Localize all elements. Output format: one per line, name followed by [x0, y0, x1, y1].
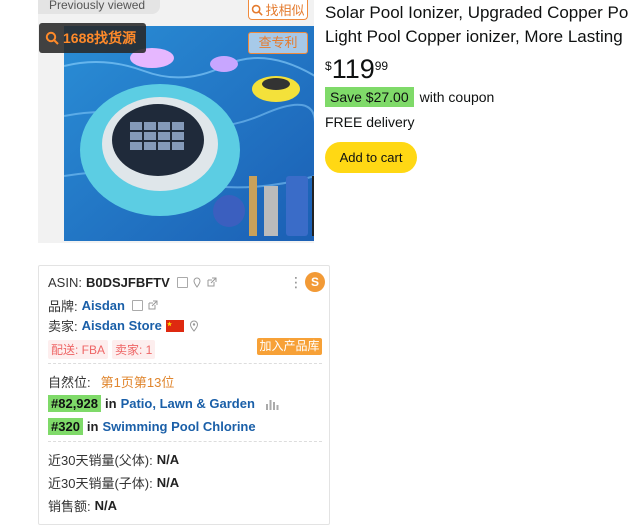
bar-chart-icon[interactable] — [265, 398, 279, 410]
price-whole: 119 — [331, 54, 375, 84]
add-to-cart-button[interactable]: Add to cart — [325, 142, 417, 173]
copy-icon[interactable] — [176, 277, 188, 288]
coupon-text: with coupon — [419, 89, 495, 105]
sales-parent-label: 近30天销量(父体): — [48, 453, 153, 468]
check-patent-button[interactable]: 查专利 — [248, 32, 308, 54]
divider — [48, 363, 322, 364]
bsr-row-2: #320 in Swimming Pool Chlorine — [48, 418, 256, 435]
save-badge: Save $27.00 — [325, 87, 414, 107]
sales-parent-row: 近30天销量(父体): N/A — [48, 450, 179, 469]
seller-info-panel: ASIN: B0DSJFBFTV ⋮ S 品牌: Aisdan 卖家: Aisd… — [38, 265, 330, 525]
source-1688-label: 1688找货源 — [63, 30, 137, 46]
previously-viewed-label: Previously viewed — [38, 0, 160, 14]
product-title-line1[interactable]: Solar Pool Ionizer, Upgraded Copper Po — [325, 1, 639, 25]
organic-rank-row: 自然位: 第1页第13位 — [48, 372, 174, 391]
external-link-icon[interactable] — [147, 300, 158, 311]
revenue-label: 销售额: — [48, 499, 91, 514]
revenue-value: N/A — [94, 498, 118, 513]
revenue-row: 销售额: N/A — [48, 496, 117, 515]
find-similar-label: 找相似 — [265, 3, 305, 18]
sales-parent-value: N/A — [156, 452, 180, 467]
location-icon[interactable] — [188, 319, 200, 332]
rank-badge: #82,928 — [48, 395, 101, 412]
location-icon[interactable] — [192, 277, 202, 288]
tags-row: 配送: FBA 卖家: 1 — [48, 340, 156, 359]
product-title-line2[interactable]: Light Pool Copper ionizer, More Lasting — [325, 25, 639, 49]
divider — [48, 441, 322, 442]
source-1688-button[interactable]: 1688找货源 — [39, 23, 146, 53]
price-currency: $ — [325, 59, 332, 73]
more-options-icon[interactable]: ⋮ — [289, 275, 303, 289]
seller-row: 卖家: Aisdan Store — [48, 316, 200, 335]
product-title[interactable]: Solar Pool Ionizer, Upgraded Copper Po L… — [325, 1, 639, 49]
copy-icon[interactable] — [131, 300, 143, 311]
sales-child-value: N/A — [156, 475, 180, 490]
delivery-text: FREE delivery — [325, 114, 415, 130]
seller-link[interactable]: Aisdan Store — [82, 318, 162, 333]
rank-category-link[interactable]: Patio, Lawn & Garden — [121, 396, 255, 411]
brand-label: 品牌: — [48, 299, 78, 314]
search-icon — [45, 31, 59, 45]
external-link-icon[interactable] — [206, 277, 217, 288]
rank-in: in — [105, 396, 117, 411]
sales-child-label: 近30天销量(子体): — [48, 476, 153, 491]
sales-child-row: 近30天销量(子体): N/A — [48, 473, 179, 492]
extension-logo-icon[interactable]: S — [305, 272, 325, 292]
product-photo — [64, 26, 314, 241]
price: $ 119 99 — [325, 54, 388, 84]
organic-label: 自然位: — [48, 375, 91, 390]
price-fraction: 99 — [374, 59, 389, 73]
rank-badge: #320 — [48, 418, 83, 435]
sellers-count-tag: 卖家: 1 — [112, 340, 156, 359]
china-flag-icon — [165, 319, 184, 332]
rank-category-link[interactable]: Swimming Pool Chlorine — [102, 419, 255, 434]
brand-row: 品牌: Aisdan — [48, 296, 158, 315]
asin-value: B0DSJFBFTV — [85, 275, 170, 290]
search-icon — [252, 4, 264, 16]
brand-link[interactable]: Aisdan — [82, 298, 125, 313]
fulfillment-tag: 配送: FBA — [48, 340, 109, 359]
coupon-row: Save $27.00 with coupon — [325, 87, 494, 107]
asin-label: ASIN: — [48, 275, 82, 290]
rank-in: in — [86, 419, 99, 434]
organic-value: 第1页第13位 — [100, 375, 175, 390]
bsr-row-1: #82,928 in Patio, Lawn & Garden — [48, 395, 279, 412]
add-to-library-button[interactable]: 加入产品库 — [257, 338, 322, 355]
seller-label: 卖家: — [48, 319, 78, 334]
asin-row: ASIN: B0DSJFBFTV — [48, 275, 217, 290]
find-similar-button[interactable]: 找相似 — [248, 0, 308, 20]
